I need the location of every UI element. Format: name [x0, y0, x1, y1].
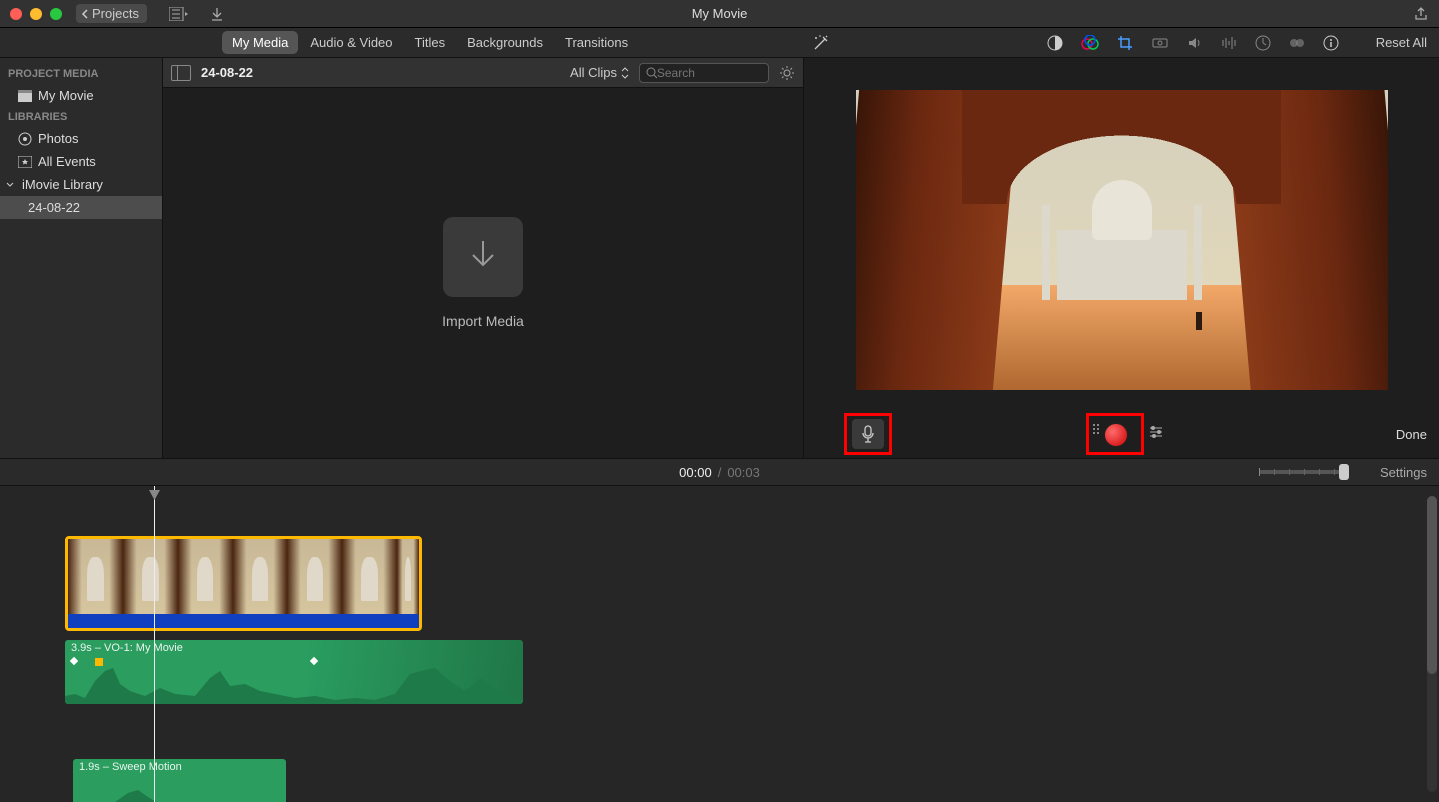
- timebar: 00:00 / 00:03 Settings: [0, 458, 1439, 486]
- preview-area: [804, 58, 1439, 410]
- reset-all-button[interactable]: Reset All: [1376, 35, 1427, 50]
- microphone-icon: [861, 425, 875, 443]
- event-name-label: 24-08-22: [28, 200, 80, 215]
- project-name-label: My Movie: [38, 88, 94, 103]
- chevron-left-icon: [80, 8, 90, 20]
- audio-clip-label: 1.9s – Sweep Motion: [79, 761, 182, 773]
- libraries-header: LIBRARIES: [0, 107, 162, 127]
- playhead[interactable]: [154, 486, 155, 802]
- clapperboard-icon: [18, 90, 32, 102]
- disclosure-triangle-icon[interactable]: [6, 181, 16, 189]
- all-events-label: All Events: [38, 154, 96, 169]
- sidebar-event-item[interactable]: 24-08-22: [0, 196, 162, 219]
- record-button[interactable]: [1104, 423, 1128, 447]
- project-media-header: PROJECT MEDIA: [0, 64, 162, 84]
- tab-audio-video[interactable]: Audio & Video: [300, 31, 402, 54]
- viewer-panel: Done: [804, 58, 1439, 458]
- media-browser: 24-08-22 All Clips Import Media: [163, 58, 804, 458]
- drag-grip-icon: [1093, 424, 1099, 434]
- color-correction-button[interactable]: [1081, 35, 1099, 51]
- marker-icon[interactable]: [95, 658, 103, 666]
- tabbar: My Media Audio & Video Titles Background…: [0, 28, 1439, 58]
- sidebar-project-item[interactable]: My Movie: [0, 84, 162, 107]
- media-tabs: My Media Audio & Video Titles Background…: [222, 31, 638, 54]
- window-controls: [10, 8, 62, 20]
- library-list-button[interactable]: [165, 4, 193, 24]
- share-button[interactable]: [1413, 6, 1429, 22]
- back-to-projects-button[interactable]: Projects: [76, 4, 147, 23]
- zoom-thumb[interactable]: [1339, 464, 1349, 480]
- speed-button[interactable]: [1255, 35, 1271, 51]
- titlebar: Projects My Movie: [0, 0, 1439, 28]
- close-window-button[interactable]: [10, 8, 22, 20]
- color-balance-button[interactable]: [1047, 35, 1063, 51]
- current-time: 00:00: [679, 465, 712, 480]
- browser-body: Import Media: [163, 88, 803, 458]
- search-icon: [646, 67, 657, 79]
- done-button[interactable]: Done: [1396, 427, 1427, 442]
- sidebar-library[interactable]: iMovie Library: [0, 173, 162, 196]
- sidebar-all-events[interactable]: All Events: [0, 150, 162, 173]
- video-clip[interactable]: [65, 536, 422, 631]
- clip-audio-track[interactable]: [68, 614, 419, 628]
- zoom-slider[interactable]: [1259, 470, 1349, 474]
- noise-reduction-button[interactable]: [1221, 36, 1237, 50]
- sidebar-photos[interactable]: Photos: [0, 127, 162, 150]
- voiceover-button[interactable]: [852, 419, 884, 449]
- time-separator: /: [718, 465, 722, 480]
- audio-clip[interactable]: 1.9s – Sweep Motion: [73, 759, 286, 802]
- photos-label: Photos: [38, 131, 78, 146]
- photos-icon: [18, 132, 32, 146]
- browser-settings-button[interactable]: [779, 65, 795, 81]
- stabilization-button[interactable]: [1151, 37, 1169, 49]
- voiceover-clip-label: 3.9s – VO-1: My Movie: [71, 642, 183, 654]
- enhance-button[interactable]: [812, 34, 830, 52]
- viewer-controls: Done: [804, 410, 1439, 458]
- browser-event-title: 24-08-22: [201, 65, 253, 80]
- total-time: 00:03: [727, 465, 760, 480]
- browser-header: 24-08-22 All Clips: [163, 58, 803, 88]
- back-label: Projects: [92, 6, 139, 21]
- keyframe-icon[interactable]: [70, 657, 78, 665]
- star-box-icon: [18, 156, 32, 168]
- import-arrow-icon: [465, 237, 501, 277]
- clip-filter-button[interactable]: [1289, 36, 1305, 50]
- import-media-label: Import Media: [442, 313, 524, 329]
- clip-filter-dropdown[interactable]: All Clips: [570, 65, 629, 80]
- timeline-scrollbar[interactable]: [1427, 496, 1437, 792]
- toggle-sidebar-button[interactable]: [171, 65, 191, 81]
- sidebar: PROJECT MEDIA My Movie LIBRARIES Photos …: [0, 58, 163, 458]
- window-title: My Movie: [692, 6, 748, 21]
- timeline-settings-button[interactable]: Settings: [1380, 465, 1427, 480]
- import-media-button[interactable]: [443, 217, 523, 297]
- timecode-display: 00:00 / 00:03: [679, 465, 760, 480]
- voiceover-clip[interactable]: 3.9s – VO-1: My Movie: [65, 640, 523, 704]
- timeline[interactable]: 3.9s – VO-1: My Movie 1.9s – Sweep Motio…: [0, 486, 1439, 802]
- clip-info-button[interactable]: [1323, 35, 1339, 51]
- tab-my-media[interactable]: My Media: [222, 31, 298, 54]
- tab-backgrounds[interactable]: Backgrounds: [457, 31, 553, 54]
- search-input[interactable]: [657, 66, 762, 80]
- tab-titles[interactable]: Titles: [405, 31, 456, 54]
- scrollbar-thumb[interactable]: [1427, 496, 1437, 674]
- search-field[interactable]: [639, 63, 769, 83]
- voiceover-options-button[interactable]: [1148, 425, 1164, 439]
- maximize-window-button[interactable]: [50, 8, 62, 20]
- minimize-window-button[interactable]: [30, 8, 42, 20]
- preview-image[interactable]: [856, 90, 1388, 390]
- crop-button[interactable]: [1117, 35, 1133, 51]
- library-name-label: iMovie Library: [22, 177, 103, 192]
- tab-transitions[interactable]: Transitions: [555, 31, 638, 54]
- waveform: [73, 785, 286, 802]
- filter-label: All Clips: [570, 65, 617, 80]
- import-button[interactable]: [203, 4, 231, 24]
- waveform: [65, 666, 523, 704]
- viewer-adjust-tools: [1047, 35, 1339, 51]
- volume-button[interactable]: [1187, 36, 1203, 50]
- up-down-chevron-icon: [621, 67, 629, 79]
